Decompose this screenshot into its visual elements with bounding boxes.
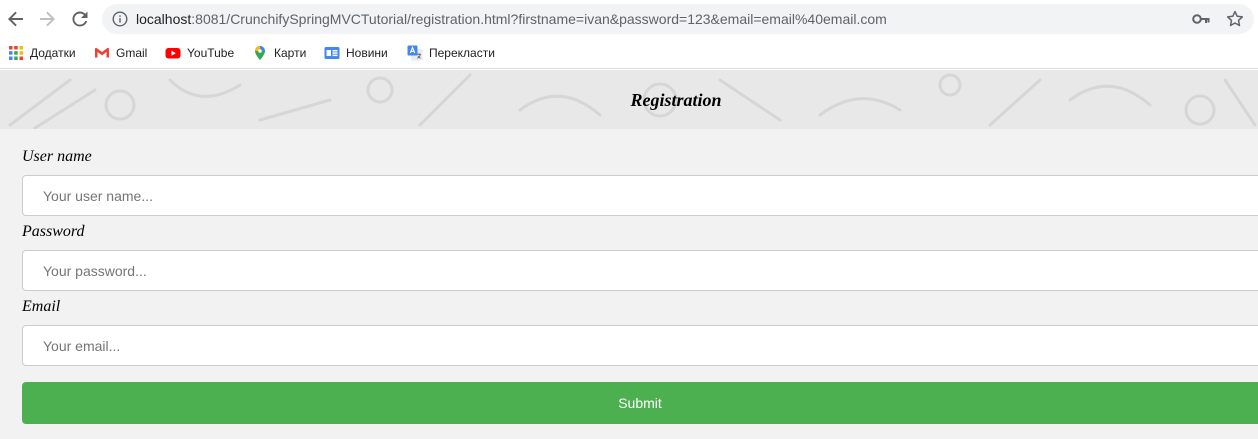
news-icon	[324, 47, 340, 59]
back-button[interactable]	[4, 7, 28, 31]
email-label: Email	[22, 298, 61, 315]
email-input[interactable]	[22, 325, 1258, 366]
star-icon[interactable]	[1226, 10, 1244, 28]
youtube-icon	[165, 48, 181, 59]
apps-grid-icon	[9, 46, 23, 60]
bookmarks-bar: Додатки Gmail YouTube Карти Новини Перек…	[0, 38, 1258, 69]
url-path: :8081/CrunchifySpringMVCTutorial/registr…	[191, 11, 887, 27]
bookmark-label: Новини	[346, 46, 388, 60]
gmail-icon	[95, 47, 109, 58]
bookmark-label: Карти	[274, 46, 307, 60]
bookmark-label: Перекласти	[429, 46, 495, 60]
bookmark-maps[interactable]: Карти	[252, 43, 306, 63]
browser-toolbar: localhost:8081/CrunchifySpringMVCTutoria…	[0, 0, 1258, 38]
forward-arrow-icon	[40, 11, 55, 27]
bookmark-translate[interactable]: Перекласти	[407, 43, 495, 63]
reload-button[interactable]	[68, 7, 92, 31]
bookmark-label: Gmail	[116, 46, 148, 60]
back-arrow-icon	[8, 11, 23, 27]
username-input[interactable]	[22, 175, 1258, 216]
url-host: localhost	[136, 11, 192, 27]
password-input[interactable]	[22, 250, 1258, 291]
registration-form: User name Password Email Submit	[2, 129, 1258, 439]
info-icon[interactable]	[112, 11, 128, 27]
url-text[interactable]: localhost:8081/CrunchifySpringMVCTutoria…	[136, 11, 887, 27]
page-content: Registration User name Password Email Su…	[0, 70, 1258, 439]
key-icon[interactable]	[1192, 12, 1210, 26]
address-bar[interactable]: localhost:8081/CrunchifySpringMVCTutoria…	[102, 4, 1254, 34]
page-title: Registration	[630, 90, 722, 110]
username-label: User name	[22, 148, 92, 165]
maps-pin-icon	[255, 46, 265, 60]
bookmark-gmail[interactable]: Gmail	[94, 43, 147, 63]
header-banner: Registration	[0, 70, 1258, 129]
reload-icon	[72, 11, 88, 27]
bookmark-label: YouTube	[187, 46, 235, 60]
translate-icon	[407, 45, 423, 61]
bookmark-label: Додатки	[30, 46, 76, 60]
bookmark-apps[interactable]: Додатки	[8, 43, 76, 63]
forward-button[interactable]	[35, 7, 59, 31]
submit-button[interactable]: Submit	[22, 382, 1258, 424]
bookmark-youtube[interactable]: YouTube	[165, 43, 234, 63]
password-label: Password	[22, 223, 85, 240]
bookmark-news[interactable]: Новини	[324, 43, 388, 63]
